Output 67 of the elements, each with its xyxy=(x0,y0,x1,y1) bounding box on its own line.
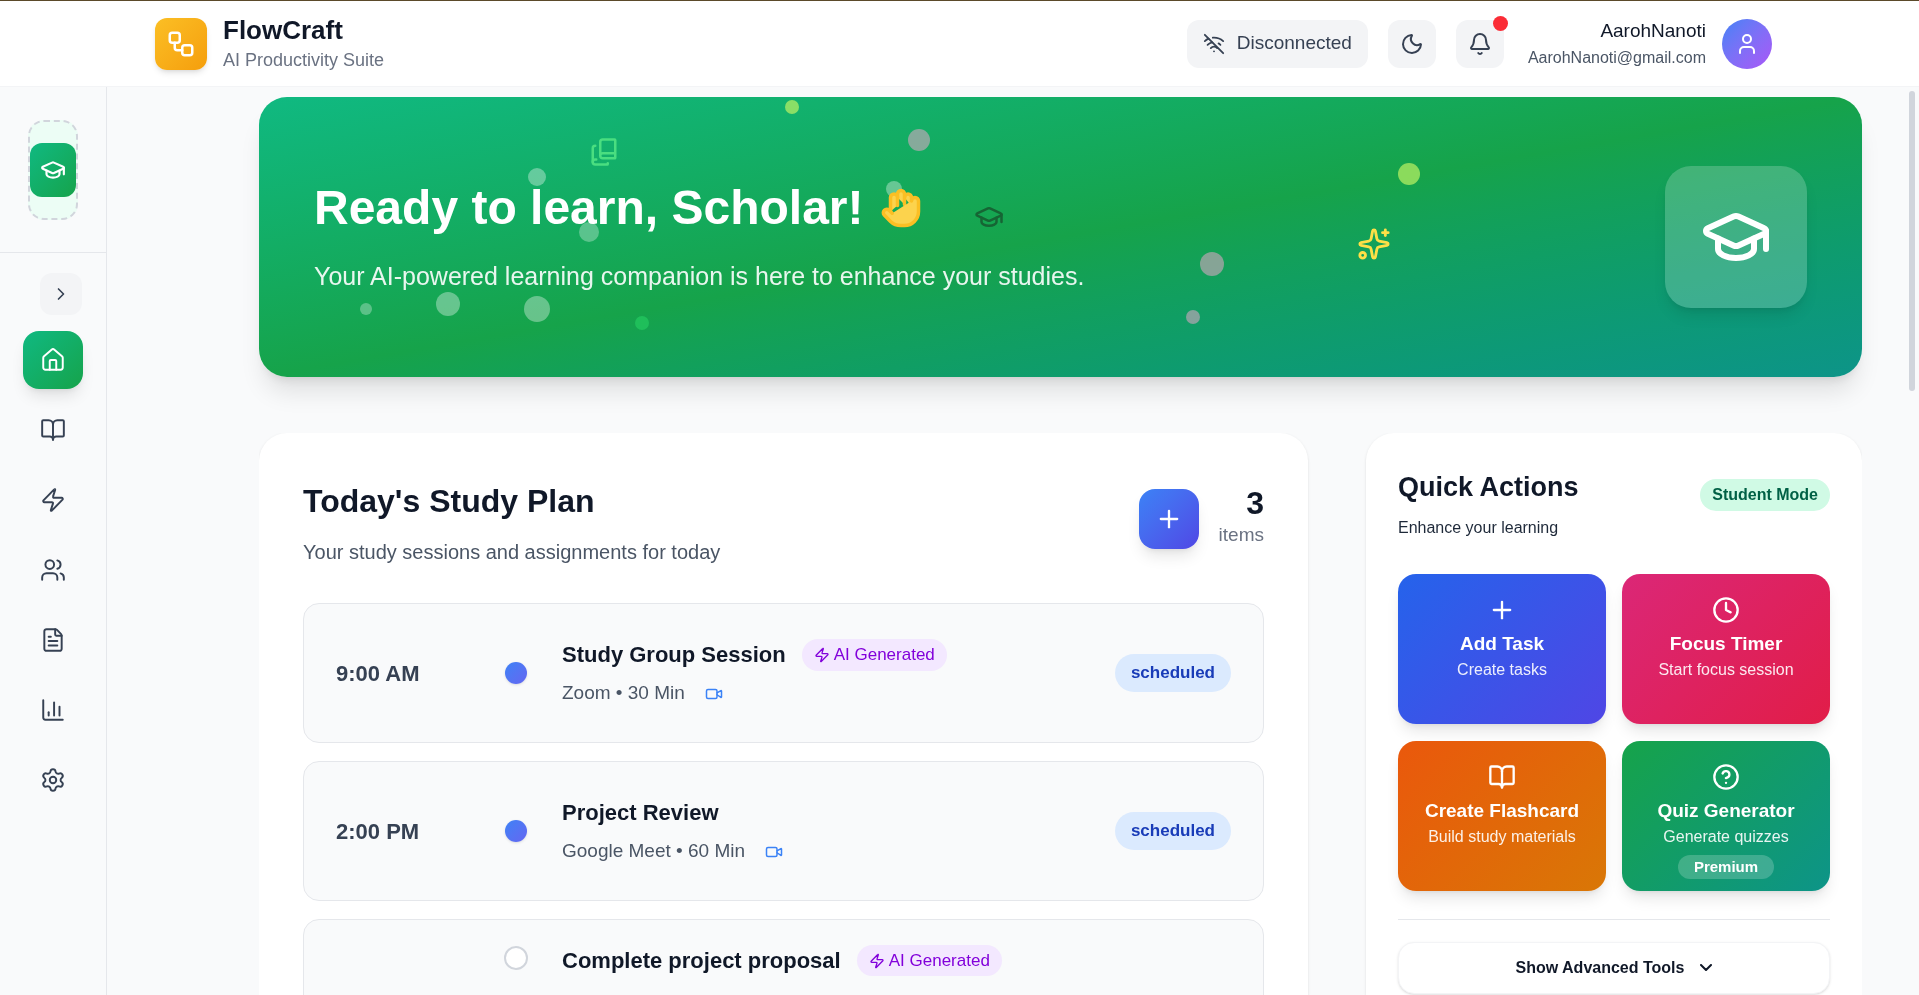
status-badge: scheduled xyxy=(1114,812,1231,850)
clock-icon xyxy=(1712,595,1740,624)
user-email: AarohNanoti@gmail.com xyxy=(1527,47,1706,68)
scrollbar-thumb[interactable] xyxy=(1909,91,1915,391)
task-checkbox[interactable] xyxy=(504,946,528,970)
item-time: 2:00 PM xyxy=(336,818,420,844)
tile-title: Add Task xyxy=(1459,631,1545,656)
user-name: AarohNanoti xyxy=(1600,19,1706,44)
document-icon xyxy=(40,627,66,653)
quick-action-tile[interactable]: Add Task Create tasks xyxy=(1398,573,1606,724)
books-icon xyxy=(589,137,619,167)
ai-generated-badge: AI Generated xyxy=(856,944,1002,977)
tile-title: Quiz Generator xyxy=(1657,798,1795,823)
banner-title: Ready to learn, Scholar! xyxy=(314,180,864,237)
student-mode-button[interactable] xyxy=(30,142,76,197)
lightning-icon xyxy=(40,487,66,513)
add-item-button[interactable] xyxy=(1138,489,1199,549)
app-tagline: AI Productivity Suite xyxy=(223,48,385,72)
quick-actions-subtitle: Enhance your learning xyxy=(1398,517,1560,538)
study-item-card[interactable]: 9:00 AM Study Group Session AI Generated Zoom • 30 Min scheduled xyxy=(303,603,1264,743)
tile-description: Build study materials xyxy=(1428,826,1576,847)
tile-description: Create tasks xyxy=(1457,659,1547,680)
quick-action-tile[interactable]: Quiz Generator Generate quizzes Premium xyxy=(1622,740,1830,891)
tile-title: Create Flashcard xyxy=(1424,798,1580,823)
tile-title: Focus Timer xyxy=(1669,631,1783,656)
item-count-label: items xyxy=(1218,523,1264,547)
dark-mode-button[interactable] xyxy=(1387,19,1436,68)
item-meta: Zoom • 30 Min xyxy=(562,681,685,706)
quick-action-tile[interactable]: Focus Timer Start focus session xyxy=(1622,573,1830,724)
study-plan-subtitle: Your study sessions and assignments for today xyxy=(303,540,722,565)
item-time: 9:00 AM xyxy=(336,660,420,686)
tile-description: Generate quizzes xyxy=(1663,826,1789,847)
study-item-card[interactable]: Complete project proposal AI Generated xyxy=(303,919,1264,995)
app-name: FlowCraft xyxy=(223,15,344,44)
bell-icon xyxy=(1467,31,1492,56)
item-title: Complete project proposal xyxy=(562,947,841,975)
moon-icon xyxy=(1399,31,1424,56)
tile-description: Start focus session xyxy=(1658,659,1794,680)
item-title: Study Group Session xyxy=(562,641,786,670)
question-icon xyxy=(1712,762,1740,791)
study-item-card[interactable]: 2:00 PM Project Review Google Meet • 60 Min scheduled xyxy=(303,761,1264,901)
scrollbar[interactable] xyxy=(1905,87,1919,995)
wifi-off-icon xyxy=(1202,32,1225,55)
study-plan-title: Today's Study Plan xyxy=(303,482,596,521)
quick-actions-title: Quick Actions xyxy=(1398,471,1579,504)
sparkles-icon xyxy=(1357,227,1391,261)
item-title: Project Review xyxy=(562,799,719,828)
lightning-icon xyxy=(813,646,830,663)
student-mode-badge: Student Mode xyxy=(1700,479,1830,511)
settings-icon xyxy=(40,767,66,793)
book-icon xyxy=(1488,762,1516,791)
ai-generated-badge: AI Generated xyxy=(801,639,947,671)
show-advanced-tools-button[interactable]: Show Advanced Tools xyxy=(1398,941,1830,994)
item-meta: Google Meet • 60 Min xyxy=(562,839,746,864)
user-avatar[interactable] xyxy=(1722,18,1772,69)
home-icon xyxy=(40,347,66,373)
users-icon xyxy=(40,557,66,583)
connection-status-button[interactable]: Disconnected xyxy=(1186,19,1368,68)
hand-icon xyxy=(879,187,922,230)
status-badge: scheduled xyxy=(1114,654,1231,692)
item-count: 3 xyxy=(1246,485,1264,521)
banner-subtitle: Your AI-powered learning companion is here to enhance your studies. xyxy=(314,261,1086,293)
book-icon xyxy=(40,417,66,443)
lightning-icon xyxy=(868,952,885,969)
bar-chart-icon xyxy=(40,697,66,723)
chevron-down-icon xyxy=(1700,964,1713,971)
premium-badge: Premium xyxy=(1677,854,1775,879)
